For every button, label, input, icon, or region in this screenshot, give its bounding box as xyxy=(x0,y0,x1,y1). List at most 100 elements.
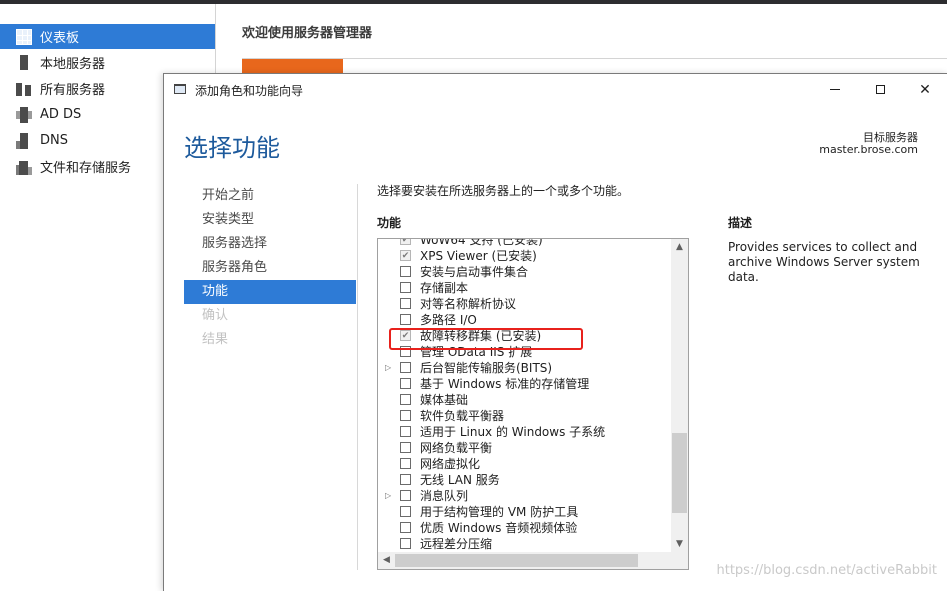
features-list[interactable]: ✔ WoW64 支持 (已安装) ✔ XPS Viewer (已安装) 安装与启动事件集… xyxy=(377,238,689,570)
feature-label: 网络虚拟化 xyxy=(420,457,481,471)
feature-label: 后台智能传输服务(BITS) xyxy=(420,361,553,375)
features-list-items: ✔ WoW64 支持 (已安装) ✔ XPS Viewer (已安装) 安装与启动事件集… xyxy=(378,238,673,552)
feature-checkbox[interactable] xyxy=(400,394,411,405)
feature-checkbox[interactable] xyxy=(400,282,411,293)
feature-row[interactable]: 多路径 I/O xyxy=(378,312,673,328)
feature-row[interactable]: ✔ XPS Viewer (已安装) xyxy=(378,248,673,264)
feature-checkbox[interactable] xyxy=(400,426,411,437)
scrollbar-thumb[interactable] xyxy=(672,433,687,513)
feature-row[interactable]: 网络虚拟化 xyxy=(378,456,673,472)
instruction-text: 选择要安装在所选服务器上的一个或多个功能。 xyxy=(377,184,630,198)
watermark: https://blog.csdn.net/activeRabbit xyxy=(716,563,938,578)
feature-row[interactable]: ▷ 后台智能传输服务(BITS) xyxy=(378,360,673,376)
target-server-value: master.brose.com xyxy=(819,143,918,156)
close-button[interactable]: ✕ xyxy=(902,74,947,105)
horizontal-scrollbar[interactable]: ◀ ▶ xyxy=(378,552,688,569)
feature-label: 远程差分压缩 xyxy=(420,537,493,551)
feature-checkbox[interactable] xyxy=(400,490,411,501)
feature-checkbox[interactable] xyxy=(400,314,411,325)
sidebar-item-local-server[interactable]: 本地服务器 xyxy=(0,50,215,75)
feature-label: WoW64 支持 (已安装) xyxy=(420,238,543,247)
feature-label: XPS Viewer (已安装) xyxy=(420,249,537,263)
feature-checkbox[interactable] xyxy=(400,506,411,517)
feature-row[interactable]: 无线 LAN 服务 xyxy=(378,472,673,488)
feature-row[interactable]: 存储副本 xyxy=(378,280,673,296)
step-features[interactable]: 功能 xyxy=(184,280,356,304)
feature-row[interactable]: 网络负载平衡 xyxy=(378,440,673,456)
sidebar-item-dashboard[interactable]: 仪表板 xyxy=(0,24,215,49)
window-title: 添加角色和功能向导 xyxy=(195,84,304,98)
feature-checkbox[interactable]: ✔ xyxy=(400,239,411,245)
feature-checkbox[interactable] xyxy=(400,442,411,453)
annotation-highlight-box xyxy=(389,328,583,350)
feature-label: 用于结构管理的 VM 防护工具 xyxy=(420,505,579,519)
sidebar-item-label: 所有服务器 xyxy=(40,83,106,98)
feature-row[interactable]: 适用于 Linux 的 Windows 子系统 xyxy=(378,424,673,440)
feature-checkbox[interactable] xyxy=(400,474,411,485)
feature-checkbox[interactable]: ✔ xyxy=(400,250,411,261)
maximize-icon xyxy=(875,85,885,94)
welcome-card-border xyxy=(242,58,947,59)
sidebar-item-label: 仪表板 xyxy=(40,31,80,46)
servers-icon xyxy=(16,80,32,97)
feature-row[interactable]: 软件负载平衡器 xyxy=(378,408,673,424)
step-installation-type[interactable]: 安装类型 xyxy=(184,208,356,232)
feature-row[interactable]: 用于结构管理的 VM 防护工具 xyxy=(378,504,673,520)
title-bar[interactable]: 添加角色和功能向导 ✕ xyxy=(164,74,947,105)
step-before-you-begin[interactable]: 开始之前 xyxy=(184,184,356,208)
feature-label: 适用于 Linux 的 Windows 子系统 xyxy=(420,425,606,439)
feature-row[interactable]: 远程差分压缩 xyxy=(378,536,673,552)
file-storage-icon xyxy=(16,158,32,175)
wizard-steps: 开始之前 安装类型 服务器选择 服务器角色 功能 确认 结果 xyxy=(184,184,356,352)
scrollbar-corner xyxy=(671,552,688,569)
feature-checkbox[interactable] xyxy=(400,410,411,421)
feature-label: 安装与启动事件集合 xyxy=(420,265,529,279)
close-icon: ✕ xyxy=(919,81,931,98)
feature-row[interactable]: 媒体基础 xyxy=(378,392,673,408)
welcome-heading: 欢迎使用服务器管理器 xyxy=(242,26,373,41)
steps-divider xyxy=(357,184,358,570)
feature-row[interactable]: 对等名称解析协议 xyxy=(378,296,673,312)
wizard-window-icon xyxy=(174,84,186,94)
sidebar-item-label: 文件和存储服务 xyxy=(40,161,132,176)
dns-icon xyxy=(16,132,32,149)
feature-row[interactable]: ▷ 消息队列 xyxy=(378,488,673,504)
features-header: 功能 xyxy=(377,216,402,230)
ad-ds-icon xyxy=(16,106,32,123)
feature-label: 基于 Windows 标准的存储管理 xyxy=(420,377,590,391)
minimize-icon xyxy=(830,89,840,90)
maximize-button[interactable] xyxy=(857,74,903,105)
feature-label: 多路径 I/O xyxy=(420,313,477,327)
hscrollbar-thumb[interactable] xyxy=(395,554,638,567)
feature-checkbox[interactable] xyxy=(400,458,411,469)
scroll-left-icon[interactable]: ◀ xyxy=(378,552,395,569)
feature-checkbox[interactable] xyxy=(400,378,411,389)
description-text: Provides services to collect and archive… xyxy=(728,240,920,284)
feature-label: 网络负载平衡 xyxy=(420,441,493,455)
feature-label: 软件负载平衡器 xyxy=(420,409,505,423)
step-server-roles[interactable]: 服务器角色 xyxy=(184,256,356,280)
step-results: 结果 xyxy=(202,332,229,347)
feature-row[interactable]: 基于 Windows 标准的存储管理 xyxy=(378,376,673,392)
feature-label: 优质 Windows 音频视频体验 xyxy=(420,521,578,535)
feature-row[interactable]: 安装与启动事件集合 xyxy=(378,264,673,280)
feature-checkbox[interactable] xyxy=(400,538,411,549)
expand-arrow-icon[interactable]: ▷ xyxy=(385,360,393,376)
scroll-up-icon[interactable]: ▲ xyxy=(671,239,688,256)
vertical-scrollbar[interactable]: ▲ ▼ xyxy=(671,239,688,553)
minimize-button[interactable] xyxy=(812,74,858,105)
feature-row[interactable]: 优质 Windows 音频视频体验 xyxy=(378,520,673,536)
feature-checkbox[interactable] xyxy=(400,522,411,533)
expand-arrow-icon[interactable]: ▷ xyxy=(385,488,393,504)
step-server-selection[interactable]: 服务器选择 xyxy=(184,232,356,256)
sidebar-item-label: DNS xyxy=(40,133,68,148)
feature-checkbox[interactable] xyxy=(400,266,411,277)
feature-label: 无线 LAN 服务 xyxy=(420,473,500,487)
feature-row[interactable]: ✔ WoW64 支持 (已安装) xyxy=(378,238,673,248)
feature-label: 存储副本 xyxy=(420,281,469,295)
feature-checkbox[interactable] xyxy=(400,362,411,373)
scroll-down-icon[interactable]: ▼ xyxy=(671,536,688,553)
feature-checkbox[interactable] xyxy=(400,298,411,309)
sidebar-item-label: 本地服务器 xyxy=(40,57,106,72)
feature-label: 消息队列 xyxy=(420,489,469,503)
